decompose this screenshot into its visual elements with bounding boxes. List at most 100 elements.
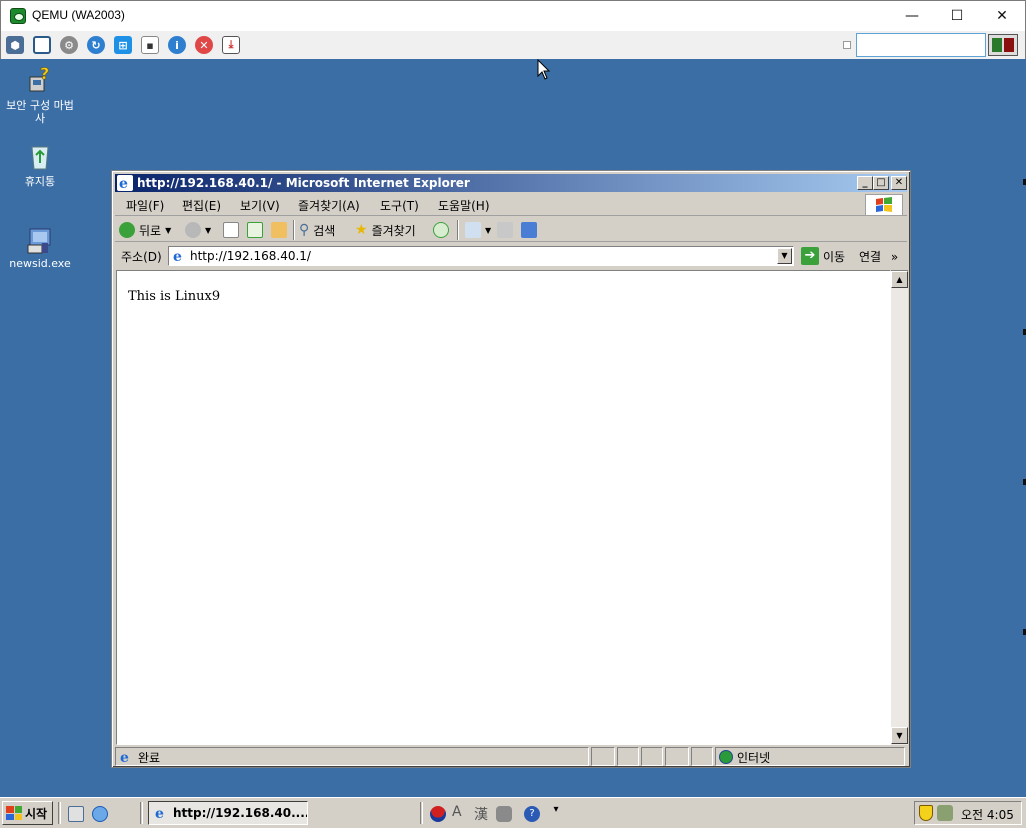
desktop-icon-recycle-bin[interactable]: 휴지통: [2, 141, 78, 188]
network-icon[interactable]: [937, 805, 953, 821]
vertical-scrollbar[interactable]: ▲ ▼: [891, 270, 908, 745]
shell-icon[interactable]: ▪: [141, 36, 159, 54]
taskbar-divider: [420, 802, 423, 824]
printer-icon: [497, 222, 513, 238]
back-button[interactable]: 뒤로 ▼: [119, 221, 171, 239]
help-icon[interactable]: ?: [524, 806, 540, 822]
ie-toolbar: 뒤로 ▼ ▼ ⚲ 검색 ★ 즐겨찾기 ▼: [115, 218, 907, 242]
status-pane: [617, 747, 639, 766]
ime-options-icon[interactable]: ▾: [548, 804, 564, 820]
status-pane: [665, 747, 689, 766]
desktop-icon-security-wizard[interactable]: ? 보안 구성 마법사: [2, 64, 78, 125]
mail-icon: [465, 222, 481, 238]
back-arrow-icon: [119, 222, 135, 238]
print-button[interactable]: [497, 221, 513, 239]
windows-icon[interactable]: ⊞: [114, 36, 132, 54]
links-chevron-icon: »: [890, 250, 899, 264]
home-button[interactable]: [271, 221, 287, 239]
svg-text:e: e: [173, 249, 182, 264]
clock: 오전 4:05: [961, 808, 1014, 822]
stop-icon[interactable]: ✕: [195, 36, 213, 54]
window-title: QEMU (WA2003): [32, 8, 125, 22]
ime-hanja-indicator[interactable]: 漢: [474, 804, 488, 824]
start-label: 시작: [25, 806, 48, 821]
qemu-app-icon: [10, 8, 26, 24]
windows-flag-icon: [6, 806, 22, 820]
refresh-icon[interactable]: ↻: [87, 36, 105, 54]
page-content[interactable]: This is Linux9: [116, 270, 891, 745]
menu-view[interactable]: 보기(V): [240, 197, 280, 214]
ime-tool-icon[interactable]: [496, 806, 512, 822]
stop-icon: [223, 222, 239, 238]
ie-address-bar: 주소(D) e http://192.168.40.1/ ▼ ➔ 이동 연결 »: [115, 244, 907, 268]
ie-maximize-button[interactable]: □: [873, 176, 889, 190]
chevron-down-icon: ▼: [205, 225, 212, 235]
screenshot-icon[interactable]: ⤓: [222, 36, 240, 54]
svg-text:e: e: [119, 176, 128, 191]
search-icon: ⚲: [299, 222, 310, 238]
minimize-button[interactable]: —: [889, 1, 935, 31]
recycle-bin-icon: [24, 141, 56, 173]
start-button[interactable]: 시작: [2, 801, 53, 825]
qemu-color-button[interactable]: [988, 34, 1018, 56]
mail-button[interactable]: ▼: [465, 221, 491, 239]
ie-close-button[interactable]: ✕: [891, 176, 907, 190]
ie-logo-icon: e: [117, 175, 133, 192]
taskbar-ie-task-button[interactable]: e http://192.168.40....: [148, 801, 308, 825]
task-label: http://192.168.40....: [173, 806, 308, 820]
links-button[interactable]: 연결 »: [859, 248, 898, 265]
fullscreen-icon[interactable]: [33, 36, 51, 54]
favorites-label: 즐겨찾기: [371, 223, 416, 238]
menu-file[interactable]: 파일(F): [126, 197, 164, 214]
chevron-down-icon: ▼: [165, 225, 172, 235]
qemu-status-indicator: [843, 41, 851, 49]
history-button[interactable]: [433, 221, 449, 239]
windows-logo-icon: [865, 194, 903, 216]
settings-cubes-icon[interactable]: ⬢: [6, 36, 24, 54]
menu-tools[interactable]: 도구(T): [380, 197, 419, 214]
qemu-title-bar: QEMU (WA2003) — ☐ ✕: [0, 0, 1026, 31]
address-dropdown-button[interactable]: ▼: [777, 248, 792, 264]
forward-arrow-icon: [185, 222, 201, 238]
svg-text:e: e: [120, 750, 129, 765]
forward-button[interactable]: ▼: [185, 221, 211, 239]
qemu-input-field[interactable]: [856, 33, 986, 57]
edit-button[interactable]: [521, 221, 537, 239]
home-icon: [271, 222, 287, 238]
history-icon: [433, 222, 449, 238]
favorites-button[interactable]: ★ 즐겨찾기: [355, 221, 416, 239]
go-button[interactable]: ➔ 이동: [801, 247, 845, 265]
menu-favorites[interactable]: 즐겨찾기(A): [298, 197, 360, 214]
links-label: 연결: [859, 250, 882, 264]
status-text: 완료: [138, 751, 161, 765]
ime-alpha-indicator[interactable]: A: [452, 804, 462, 820]
refresh-button[interactable]: [247, 221, 263, 239]
edit-page-icon: [521, 222, 537, 238]
scroll-down-button[interactable]: ▼: [891, 727, 908, 744]
desktop-icon-newsid[interactable]: newsid.exe: [2, 223, 78, 270]
close-button[interactable]: ✕: [979, 1, 1025, 31]
guest-taskbar: 시작 e http://192.168.40.... A 漢 ? ▾ 오전 4:…: [0, 797, 1026, 828]
gear-icon[interactable]: ⚙: [60, 36, 78, 54]
newsid-icon: [24, 223, 56, 255]
ie-title-bar: e http://192.168.40.1/ - Microsoft Inter…: [115, 174, 907, 192]
chevron-down-icon: ▼: [485, 225, 492, 235]
menu-help[interactable]: 도움말(H): [438, 197, 490, 214]
status-pane: [691, 747, 713, 766]
stop-button[interactable]: [223, 221, 239, 239]
ime-mode-icon[interactable]: [430, 806, 446, 822]
address-value: http://192.168.40.1/: [190, 249, 311, 263]
desktop-icon-label: newsid.exe: [9, 257, 71, 270]
toolbar-separator: [293, 220, 295, 240]
search-button[interactable]: ⚲ 검색: [299, 221, 335, 239]
security-shield-icon[interactable]: [919, 805, 933, 821]
info-icon[interactable]: i: [168, 36, 186, 54]
address-input[interactable]: e http://192.168.40.1/ ▼: [168, 246, 794, 266]
menu-edit[interactable]: 편집(E): [182, 197, 221, 214]
maximize-button[interactable]: ☐: [934, 1, 980, 31]
ie-minimize-button[interactable]: _: [857, 176, 873, 190]
show-desktop-icon[interactable]: [68, 806, 84, 822]
desktop-icon-label: 보안 구성 마법사: [6, 99, 74, 125]
ie-quicklaunch-icon[interactable]: [92, 806, 108, 822]
scroll-up-button[interactable]: ▲: [891, 271, 908, 288]
